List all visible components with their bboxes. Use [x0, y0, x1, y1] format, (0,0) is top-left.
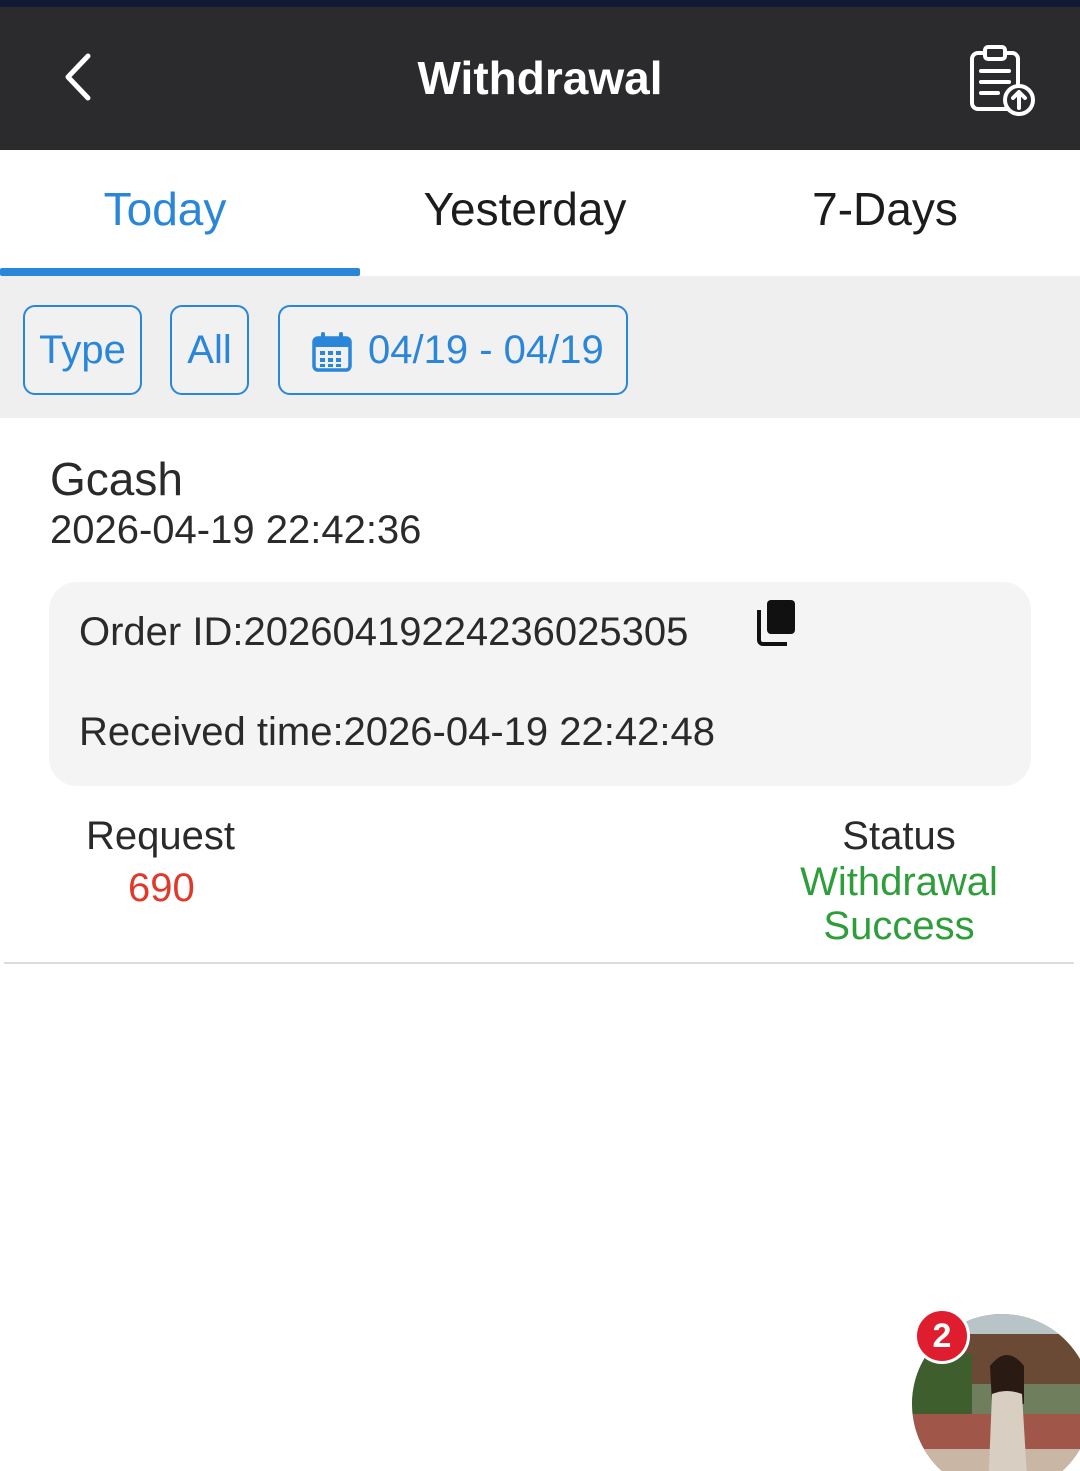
- divider: [4, 962, 1074, 964]
- request-label: Request: [86, 814, 235, 858]
- active-tab-indicator: [0, 268, 360, 276]
- status-line-2: Success: [823, 904, 975, 948]
- records-button[interactable]: [962, 41, 1042, 121]
- tab-7-days[interactable]: 7-Days: [705, 150, 1065, 276]
- received-time: Received time:2026-04-19 22:42:48: [79, 710, 715, 754]
- page-title: Withdrawal: [417, 52, 663, 104]
- type-filter-button[interactable]: Type: [23, 305, 142, 395]
- date-tabs: Today Yesterday 7-Days: [0, 150, 1080, 276]
- status-strip: [0, 0, 1080, 7]
- record-timestamp: 2026-04-19 22:42:36: [50, 508, 422, 552]
- filter-bar: Type All 04/19 - 04/19: [0, 276, 1080, 418]
- calendar-icon: [312, 332, 352, 372]
- status-line-1: Withdrawal: [800, 860, 998, 904]
- notification-badge: 2: [914, 1308, 970, 1364]
- status-value: Withdrawal Success: [780, 860, 1018, 948]
- status-label: Status: [842, 814, 956, 858]
- tab-yesterday[interactable]: Yesterday: [345, 150, 705, 276]
- all-filter-button[interactable]: All: [170, 305, 249, 395]
- header-bar: Withdrawal: [0, 7, 1080, 150]
- clipboard-upload-icon: [970, 45, 1035, 116]
- request-amount: 690: [128, 866, 195, 910]
- copy-button[interactable]: [755, 598, 797, 648]
- copy-icon: [757, 600, 795, 646]
- tab-today[interactable]: Today: [0, 150, 345, 276]
- date-range-label: 04/19 - 04/19: [368, 328, 604, 372]
- date-range-button[interactable]: 04/19 - 04/19: [278, 305, 628, 395]
- order-info-box: Order ID:20260419224236025305 Received t…: [49, 582, 1031, 786]
- order-id: Order ID:20260419224236025305: [79, 610, 689, 654]
- withdrawal-record: Gcash 2026-04-19 22:42:36 Order ID:20260…: [0, 418, 1080, 964]
- payment-method: Gcash: [50, 453, 183, 505]
